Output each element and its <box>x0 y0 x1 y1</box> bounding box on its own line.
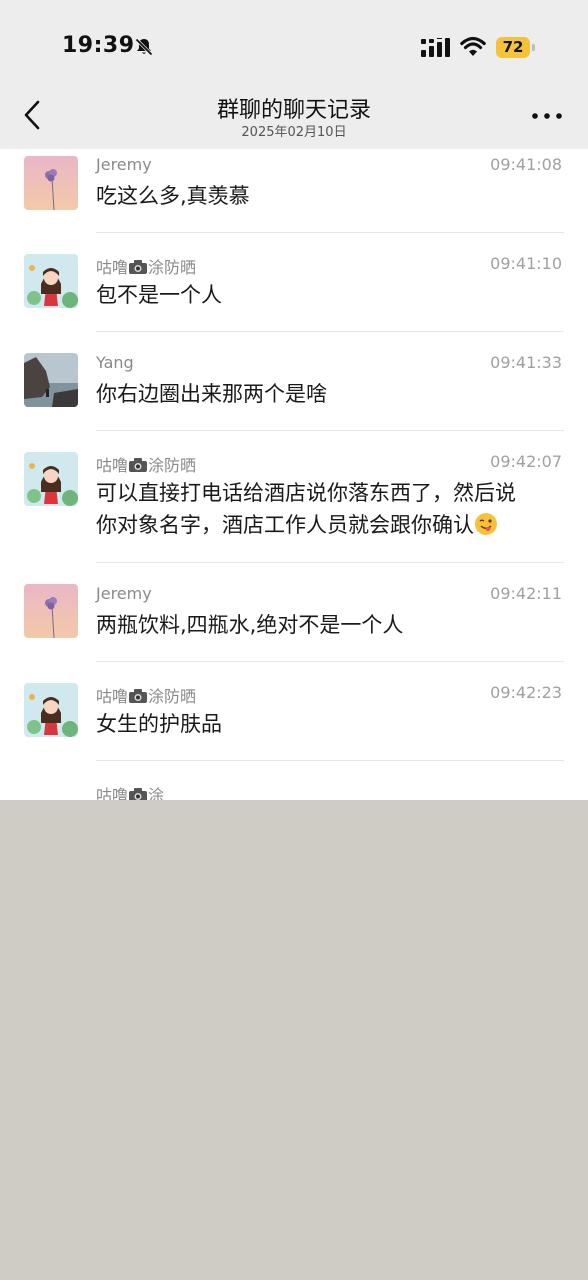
camera-icon <box>129 458 148 472</box>
message-text: 两瓶饮料,四瓶水,绝对不是一个人 <box>96 613 404 637</box>
message-text: 你右边圈出来那两个是啥 <box>96 382 327 406</box>
sender-name: 咕噜 涂防晒 <box>96 683 196 707</box>
sender-name: Jeremy <box>96 584 152 603</box>
girl-avatar[interactable] <box>24 683 78 737</box>
message-list: Jeremy 09:41:08 吃这么多,真羡慕 咕噜 涂防晒 09:41:10 … <box>0 149 588 800</box>
message-text: 包不是一个人 <box>96 283 222 307</box>
sender-name: 咕噜 涂 <box>96 782 164 800</box>
sender-name-prefix: 咕噜 <box>96 258 129 277</box>
message-text: 可以直接打电话给酒店说你落东西了，然后说 你对象名字，酒店工作人员就会跟你确认 <box>96 477 556 541</box>
bell-off-icon <box>135 38 153 56</box>
sender-name: 咕噜 涂防晒 <box>96 452 196 476</box>
camera-icon <box>129 260 148 274</box>
status-time: 19:39 <box>62 33 135 58</box>
message-time: 09:41:08 <box>490 155 562 174</box>
message-text-line: 你对象名字，酒店工作人员就会跟你确认 <box>96 509 556 541</box>
message-item[interactable]: Jeremy 09:42:11 两瓶饮料,四瓶水,绝对不是一个人 <box>0 562 588 662</box>
top-bar: 19:39 72 群聊的聊天记录 2025年02月10日 <box>0 0 588 149</box>
message-item[interactable]: 咕噜 涂 <box>0 760 588 800</box>
message-time: 09:41:10 <box>490 254 562 273</box>
girl-avatar[interactable] <box>24 452 78 506</box>
sender-name-suffix: 涂防晒 <box>148 687 197 706</box>
message-time: 09:42:11 <box>490 584 562 603</box>
message-text-line-content: 你对象名字，酒店工作人员就会跟你确认 <box>96 513 474 537</box>
wifi-icon <box>460 36 486 56</box>
message-time: 09:41:33 <box>490 353 562 372</box>
message-text-line: 可以直接打电话给酒店说你落东西了，然后说 <box>96 481 516 505</box>
signal-icon <box>421 38 450 57</box>
sender-name-suffix: 涂防晒 <box>148 456 197 475</box>
flower-avatar[interactable] <box>24 584 78 638</box>
flower-avatar[interactable] <box>24 156 78 210</box>
sender-name: 咕噜 涂防晒 <box>96 254 196 278</box>
page-subtitle: 2025年02月10日 <box>241 125 347 140</box>
sender-name-prefix: 咕噜 <box>96 456 129 475</box>
message-item[interactable]: 咕噜 涂防晒 09:42:23 女生的护肤品 <box>0 661 588 761</box>
girl-avatar[interactable] <box>24 254 78 308</box>
battery-tip <box>532 44 535 51</box>
message-item[interactable]: 咕噜 涂防晒 09:41:10 包不是一个人 <box>0 232 588 332</box>
message-item[interactable]: 咕噜 涂防晒 09:42:07 可以直接打电话给酒店说你落东西了，然后说 你对象名… <box>0 430 588 563</box>
message-text: 吃这么多,真羡慕 <box>96 184 250 208</box>
wink-emoji-icon <box>475 513 497 535</box>
camera-icon <box>129 788 148 800</box>
battery-level: 72 <box>496 37 530 58</box>
sender-name-prefix: 咕噜 <box>96 687 129 706</box>
sender-name: Yang <box>96 353 134 372</box>
sender-name-suffix: 涂防晒 <box>148 258 197 277</box>
more-dots-icon[interactable] <box>530 105 564 127</box>
message-time: 09:42:07 <box>490 452 562 471</box>
seaside-avatar[interactable] <box>24 353 78 407</box>
message-time: 09:42:23 <box>490 683 562 702</box>
page-title: 群聊的聊天记录 <box>216 98 371 123</box>
message-text: 女生的护肤品 <box>96 712 222 736</box>
chat-history-screen: 19:39 72 群聊的聊天记录 2025年02月10日 Jeremy 09:4… <box>0 0 588 800</box>
message-item[interactable]: Yang 09:41:33 你右边圈出来那两个是啥 <box>0 331 588 431</box>
battery-icon: 72 <box>496 37 536 58</box>
sender-name-prefix: 咕噜 <box>96 786 129 800</box>
camera-icon <box>129 689 148 703</box>
sender-name-suffix: 涂 <box>148 786 165 800</box>
message-item[interactable]: Jeremy 09:41:08 吃这么多,真羡慕 <box>0 149 588 233</box>
sender-name: Jeremy <box>96 155 152 174</box>
